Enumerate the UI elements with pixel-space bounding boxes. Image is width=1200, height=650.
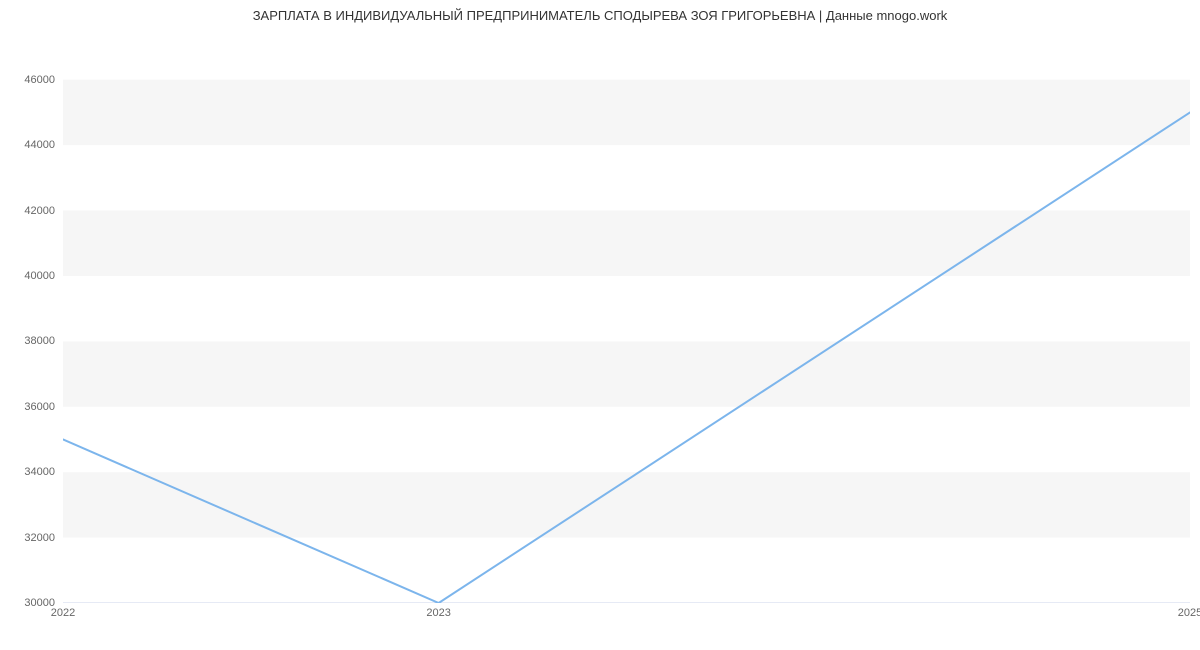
y-tick-label: 46000 <box>5 74 55 86</box>
plot-area <box>63 47 1190 603</box>
line-chart: ЗАРПЛАТА В ИНДИВИДУАЛЬНЫЙ ПРЕДПРИНИМАТЕЛ… <box>0 0 1200 650</box>
chart-title: ЗАРПЛАТА В ИНДИВИДУАЛЬНЫЙ ПРЕДПРИНИМАТЕЛ… <box>0 8 1200 23</box>
y-tick-label: 40000 <box>5 270 55 282</box>
x-tick-label: 2025 <box>1178 607 1200 619</box>
y-tick-label: 30000 <box>5 597 55 609</box>
y-tick-label: 42000 <box>5 205 55 217</box>
x-tick-label: 2023 <box>426 607 450 619</box>
y-tick-label: 36000 <box>5 401 55 413</box>
y-tick-label: 32000 <box>5 532 55 544</box>
y-tick-label: 38000 <box>5 335 55 347</box>
y-tick-label: 44000 <box>5 139 55 151</box>
chart-svg <box>63 47 1190 603</box>
x-tick-label: 2022 <box>51 607 75 619</box>
y-tick-label: 34000 <box>5 466 55 478</box>
